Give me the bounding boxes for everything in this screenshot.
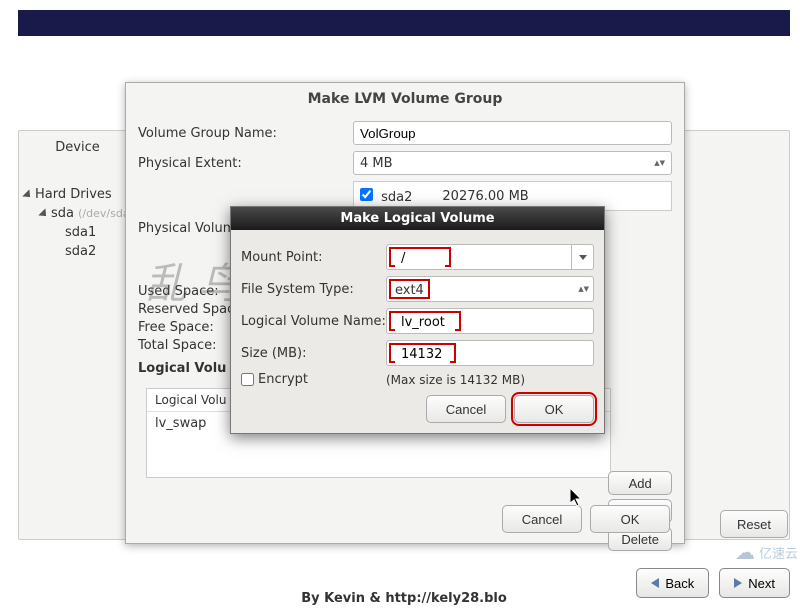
vg-dialog-title: Make LVM Volume Group	[126, 83, 684, 111]
lv-name-input[interactable]	[395, 313, 455, 333]
fs-type-label: File System Type:	[241, 282, 386, 297]
lv-cancel-button[interactable]: Cancel	[426, 395, 506, 423]
size-label: Size (MB):	[241, 346, 386, 361]
next-button[interactable]: Next	[719, 568, 790, 598]
device-tree: Hard Drives sda (/dev/sda sda1 sda2	[25, 185, 135, 261]
mount-point-combo[interactable]	[386, 244, 594, 270]
lv-dialog: Make Logical Volume Mount Point: File Sy…	[230, 206, 605, 434]
chevron-down-icon[interactable]	[571, 245, 593, 269]
stat-reserved: Reserved Space	[138, 301, 242, 319]
tree-part-sda1[interactable]: sda1	[25, 223, 135, 242]
stat-used: Used Space:	[138, 283, 242, 301]
spinner-icon: ▲▼	[574, 286, 593, 293]
arrow-right-icon	[734, 578, 742, 588]
arrow-left-icon	[651, 578, 659, 588]
add-button[interactable]: Add	[608, 471, 672, 495]
vg-name-input[interactable]	[353, 121, 672, 145]
pv-size: 20276.00 MB	[442, 189, 528, 204]
mount-point-input[interactable]	[395, 249, 445, 269]
pv-section-label: Physical Volum	[138, 221, 235, 236]
vg-name-label: Volume Group Name:	[138, 126, 353, 141]
tree-part-sda2[interactable]: sda2	[25, 242, 135, 261]
reset-button[interactable]: Reset	[720, 510, 788, 538]
lv-ok-button[interactable]: OK	[514, 395, 594, 423]
encrypt-checkbox[interactable]: Encrypt	[241, 372, 386, 387]
vg-pe-label: Physical Extent:	[138, 156, 353, 171]
device-column-header: Device	[30, 140, 125, 155]
window-titlebar	[18, 10, 790, 36]
spinner-icon: ▲▼	[654, 160, 665, 167]
credit-text: By Kevin & http://kely28.blo	[301, 591, 507, 606]
tree-hard-drives[interactable]: Hard Drives	[25, 185, 135, 204]
tree-disk-sda[interactable]: sda (/dev/sda	[25, 204, 135, 223]
vg-pe-select[interactable]: 4 MB ▲▼	[353, 151, 672, 175]
pv-checkbox-sda2[interactable]: sda2	[360, 188, 412, 205]
fs-type-select[interactable]: ext4 ▲▼	[386, 276, 594, 302]
cloud-icon: ☁	[735, 540, 755, 564]
mount-point-label: Mount Point:	[241, 250, 386, 265]
brand-logo: ☁亿速云	[735, 540, 798, 564]
back-button[interactable]: Back	[636, 568, 709, 598]
vg-ok-button[interactable]: OK	[590, 505, 670, 533]
max-size-note: (Max size is 14132 MB)	[386, 373, 594, 387]
stat-total: Total Space:	[138, 337, 242, 355]
size-input[interactable]	[395, 345, 450, 365]
lv-name-label: Logical Volume Name:	[241, 314, 386, 329]
lv-dialog-title: Make Logical Volume	[231, 207, 604, 230]
stat-free: Free Space:	[138, 319, 242, 337]
lv-heading: Logical Volu	[138, 360, 242, 378]
vg-cancel-button[interactable]: Cancel	[502, 505, 582, 533]
